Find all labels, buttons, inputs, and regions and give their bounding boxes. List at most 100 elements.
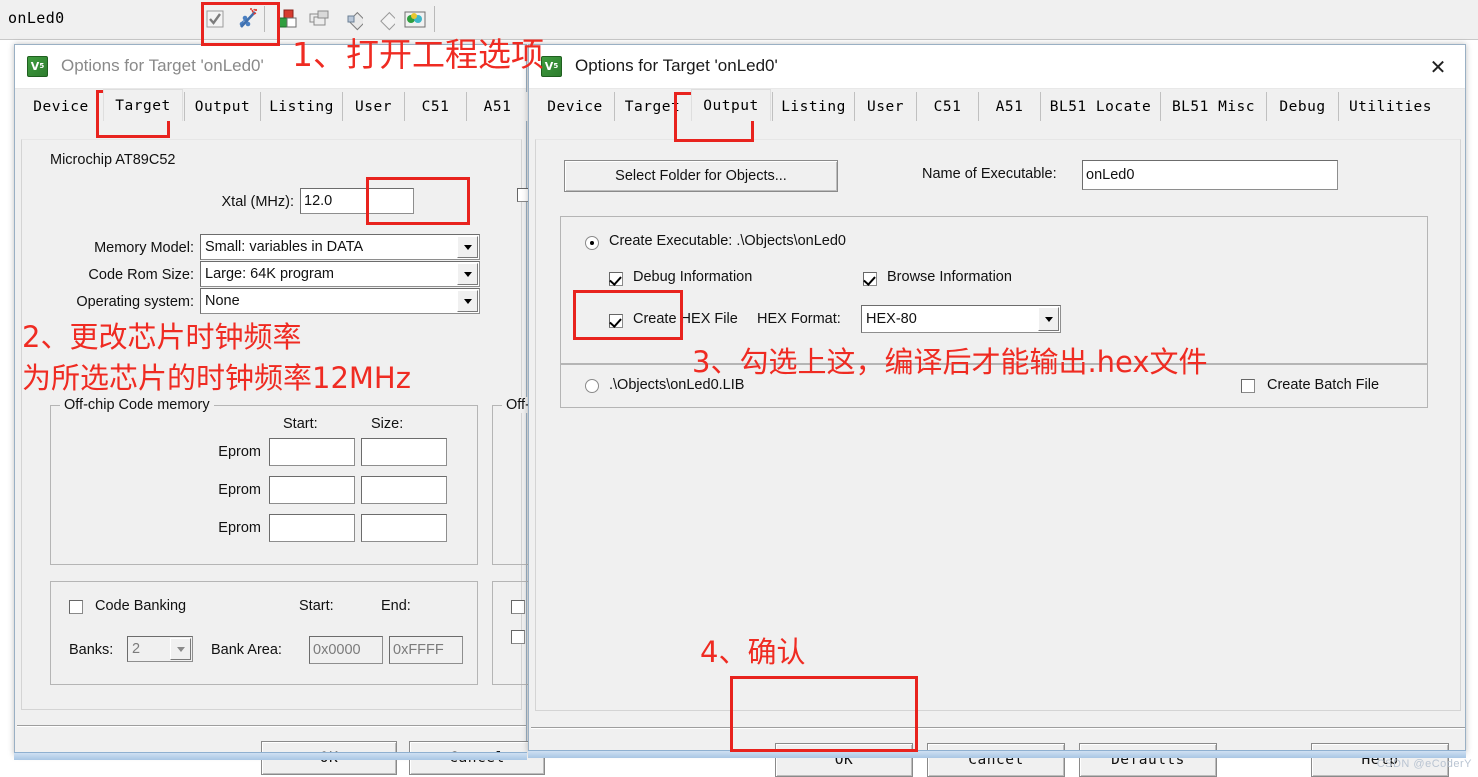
highlight-toolbar-options-button xyxy=(201,2,280,46)
bank-area-start-input[interactable]: 0x0000 xyxy=(309,636,383,664)
left-dialog-title: Options for Target 'onLed0' xyxy=(61,56,264,75)
hex-format-label: HEX Format: xyxy=(757,311,841,327)
name-of-executable-input[interactable]: onLed0 xyxy=(1082,160,1338,190)
operating-system-label: Operating system: xyxy=(76,294,194,310)
operating-system-value: None xyxy=(205,293,240,309)
create-executable-label: Create Executable: .\Objects\onLed0 xyxy=(609,233,846,249)
far-memory-checkbox[interactable] xyxy=(511,600,525,614)
eprom-row-label-3: Eprom xyxy=(218,520,261,536)
banks-combo[interactable]: 2 xyxy=(127,636,193,662)
offchip-code-start-header: Start: xyxy=(283,416,318,432)
tab-listing[interactable]: Listing xyxy=(260,92,342,121)
memory-model-combo[interactable]: Small: variables in DATA xyxy=(200,234,480,260)
memory-model-label: Memory Model: xyxy=(94,240,194,256)
tab-output[interactable]: Output xyxy=(184,92,260,121)
select-folder-for-objects-button[interactable]: Select Folder for Objects... xyxy=(564,160,838,192)
annotation-step-1: 1、打开工程选项 xyxy=(292,35,544,74)
code-banking-checkbox[interactable] xyxy=(69,600,83,614)
offchip-code-memory-title: Off-chip Code memory xyxy=(60,397,214,413)
annotation-step-3: 3、勾选上这，编译后才能输出.hex文件 xyxy=(692,345,1208,379)
highlight-ok-button xyxy=(730,676,918,752)
keil-target-options-icon: V5 xyxy=(27,56,48,77)
code-banking-label: Code Banking xyxy=(95,598,187,614)
eprom-size-input-2[interactable] xyxy=(361,476,447,504)
banks-label: Banks: xyxy=(69,642,114,658)
browse-information-label: Browse Information xyxy=(887,269,1012,285)
annotation-step-2-line-2: 为所选芯片的时钟频率12MHz xyxy=(22,361,411,395)
chevron-down-icon[interactable] xyxy=(170,638,191,660)
left-options-dialog: V5 Options for Target 'onLed0' Device Ta… xyxy=(14,44,552,775)
watermark-label: CSDN @eCoderY xyxy=(1376,758,1472,770)
tab-output[interactable]: Output xyxy=(691,89,771,121)
tab-listing[interactable]: Listing xyxy=(772,92,854,121)
right-dialog-bottom-accent xyxy=(528,750,1466,758)
close-icon[interactable]: ✕ xyxy=(1411,45,1465,88)
offchip-code-size-header: Size: xyxy=(371,416,404,432)
eprom-row-label-1: Eprom xyxy=(218,444,261,460)
tab-c51[interactable]: C51 xyxy=(916,92,978,121)
tab-device[interactable]: Device xyxy=(23,92,99,121)
right-tabstrip: Device Target Output Listing User C51 A5… xyxy=(529,89,1465,123)
tab-a51[interactable]: A51 xyxy=(466,92,528,121)
tab-c51[interactable]: C51 xyxy=(404,92,466,121)
create-library-radio[interactable] xyxy=(585,379,599,393)
eprom-start-input-3[interactable] xyxy=(269,514,355,542)
debug-information-checkbox[interactable] xyxy=(609,272,623,286)
bank-area-label: Bank Area: xyxy=(211,642,282,658)
bank-end-header: End: xyxy=(381,598,411,614)
eprom-start-input-1[interactable] xyxy=(269,438,355,466)
hex-format-value: HEX-80 xyxy=(866,311,917,327)
bank-area-end-input[interactable]: 0xFFFF xyxy=(389,636,463,664)
memory-model-value: Small: variables in DATA xyxy=(205,239,364,255)
eprom-start-input-2[interactable] xyxy=(269,476,355,504)
operating-system-combo[interactable]: None xyxy=(200,288,480,314)
right-dialog-titlebar[interactable]: V5 Options for Target 'onLed0' ✕ xyxy=(529,45,1465,89)
right-dialog-title: Options for Target 'onLed0' xyxy=(575,56,778,75)
browse-information-checkbox[interactable] xyxy=(863,272,877,286)
code-banking-group: Code Banking Start: End: Banks: 2 Bank A… xyxy=(50,581,478,685)
debug-information-label: Debug Information xyxy=(633,269,753,285)
chevron-down-icon[interactable] xyxy=(457,263,478,285)
banks-value: 2 xyxy=(132,641,141,657)
device-name-label: Microchip AT89C52 xyxy=(50,152,176,168)
xtal-label: Xtal (MHz): xyxy=(221,194,295,210)
tab-device[interactable]: Device xyxy=(537,92,613,121)
chevron-down-icon[interactable] xyxy=(1038,307,1059,331)
tab-target[interactable]: Target xyxy=(103,89,183,121)
create-batch-file-checkbox[interactable] xyxy=(1241,379,1255,393)
code-rom-size-value: Large: 64K program xyxy=(205,266,334,282)
highlight-xtal-field xyxy=(366,177,470,225)
annotation-step-2-line-1: 2、更改芯片时钟频率 xyxy=(22,320,302,354)
project-name-label: onLed0 xyxy=(8,9,65,27)
tab-user[interactable]: User xyxy=(342,92,404,121)
tab-a51[interactable]: A51 xyxy=(978,92,1040,121)
tab-bl51-misc[interactable]: BL51 Misc xyxy=(1160,92,1266,121)
right-tab-page: Select Folder for Objects... Name of Exe… xyxy=(535,139,1461,711)
left-tabstrip: Device Target Output Listing User C51 A5… xyxy=(15,89,528,123)
eprom-size-input-1[interactable] xyxy=(361,438,447,466)
hex-format-combo[interactable]: HEX-80 xyxy=(861,305,1061,333)
eprom-row-label-2: Eprom xyxy=(218,482,261,498)
code-rom-size-label: Code Rom Size: xyxy=(88,267,194,283)
chevron-down-icon[interactable] xyxy=(457,236,478,258)
tab-user[interactable]: User xyxy=(854,92,916,121)
annotation-step-4: 4、确认 xyxy=(700,635,806,669)
tab-utilities[interactable]: Utilities xyxy=(1338,92,1442,121)
highlight-create-hex-checkbox xyxy=(573,290,683,340)
name-of-executable-label: Name of Executable: xyxy=(922,166,1057,182)
tab-debug[interactable]: Debug xyxy=(1266,92,1338,121)
left-footer-separator xyxy=(17,725,526,727)
offchip-code-memory-group: Off-chip Code memory Start: Size: Eprom … xyxy=(50,397,478,565)
code-rom-size-combo[interactable]: Large: 64K program xyxy=(200,261,480,287)
chevron-down-icon[interactable] xyxy=(457,290,478,312)
create-executable-radio[interactable] xyxy=(585,236,599,250)
tab-bl51-locate[interactable]: BL51 Locate xyxy=(1040,92,1160,121)
keil-target-options-icon: V5 xyxy=(541,56,562,77)
right-footer-separator xyxy=(531,727,1465,729)
bank-start-header: Start: xyxy=(299,598,334,614)
right-options-dialog: V5 Options for Target 'onLed0' ✕ Device … xyxy=(528,44,1466,777)
create-batch-file-label: Create Batch File xyxy=(1267,377,1380,393)
eprom-size-input-3[interactable] xyxy=(361,514,447,542)
left-dialog-bottom-accent xyxy=(14,752,527,760)
save-address-extension-checkbox[interactable] xyxy=(511,630,525,644)
